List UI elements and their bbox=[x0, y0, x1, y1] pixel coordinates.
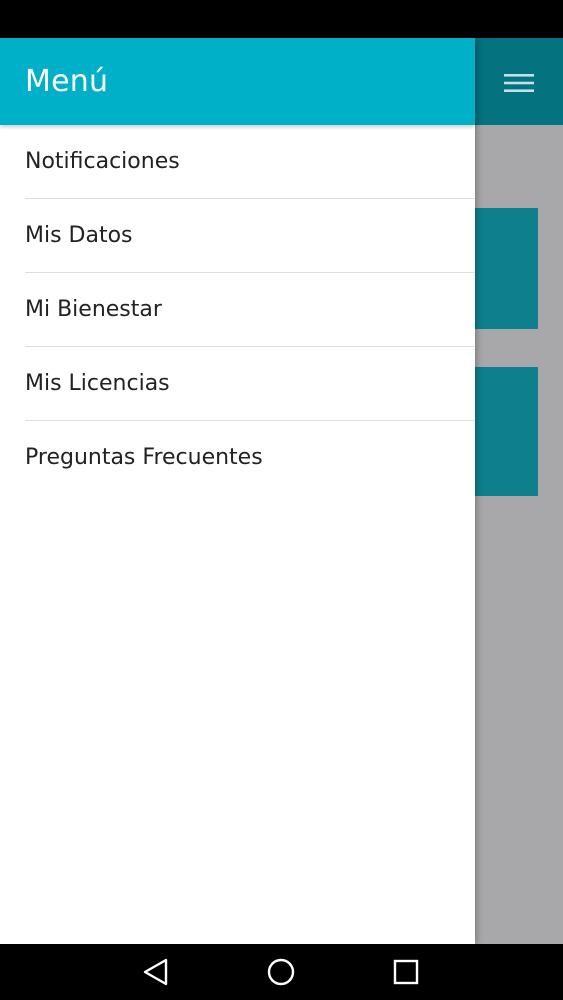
back-triangle-icon bbox=[143, 958, 168, 986]
recent-apps-square-icon bbox=[393, 959, 419, 985]
hamburger-icon bbox=[503, 73, 534, 92]
menu-item-mis-licencias[interactable]: Mis Licencias bbox=[25, 347, 475, 421]
menu-item-mis-datos[interactable]: Mis Datos bbox=[25, 199, 475, 273]
home-circle-icon bbox=[267, 958, 295, 986]
home-button[interactable] bbox=[265, 956, 297, 988]
menu-item-label: Preguntas Frecuentes bbox=[25, 445, 263, 470]
system-navigation-bar bbox=[0, 944, 563, 1000]
screen: Menú Notificaciones Mis Datos Mi Bienest… bbox=[0, 0, 563, 1000]
menu-item-mi-bienestar[interactable]: Mi Bienestar bbox=[25, 273, 475, 347]
menu-item-preguntas-frecuentes[interactable]: Preguntas Frecuentes bbox=[25, 421, 475, 494]
menu-item-notificaciones[interactable]: Notificaciones bbox=[25, 125, 475, 199]
drawer-title: Menú bbox=[25, 64, 109, 99]
menu-item-label: Mis Licencias bbox=[25, 371, 170, 396]
drawer-header: Menú bbox=[0, 38, 475, 125]
recent-apps-button[interactable] bbox=[390, 956, 422, 988]
menu-item-label: Notificaciones bbox=[25, 149, 180, 174]
hamburger-menu-button[interactable] bbox=[496, 60, 541, 105]
back-button[interactable] bbox=[140, 956, 172, 988]
menu-item-label: Mi Bienestar bbox=[25, 297, 162, 322]
navigation-drawer: Menú Notificaciones Mis Datos Mi Bienest… bbox=[0, 38, 475, 944]
status-bar bbox=[0, 0, 563, 38]
menu-list: Notificaciones Mis Datos Mi Bienestar Mi… bbox=[0, 125, 475, 494]
menu-item-label: Mis Datos bbox=[25, 223, 133, 248]
